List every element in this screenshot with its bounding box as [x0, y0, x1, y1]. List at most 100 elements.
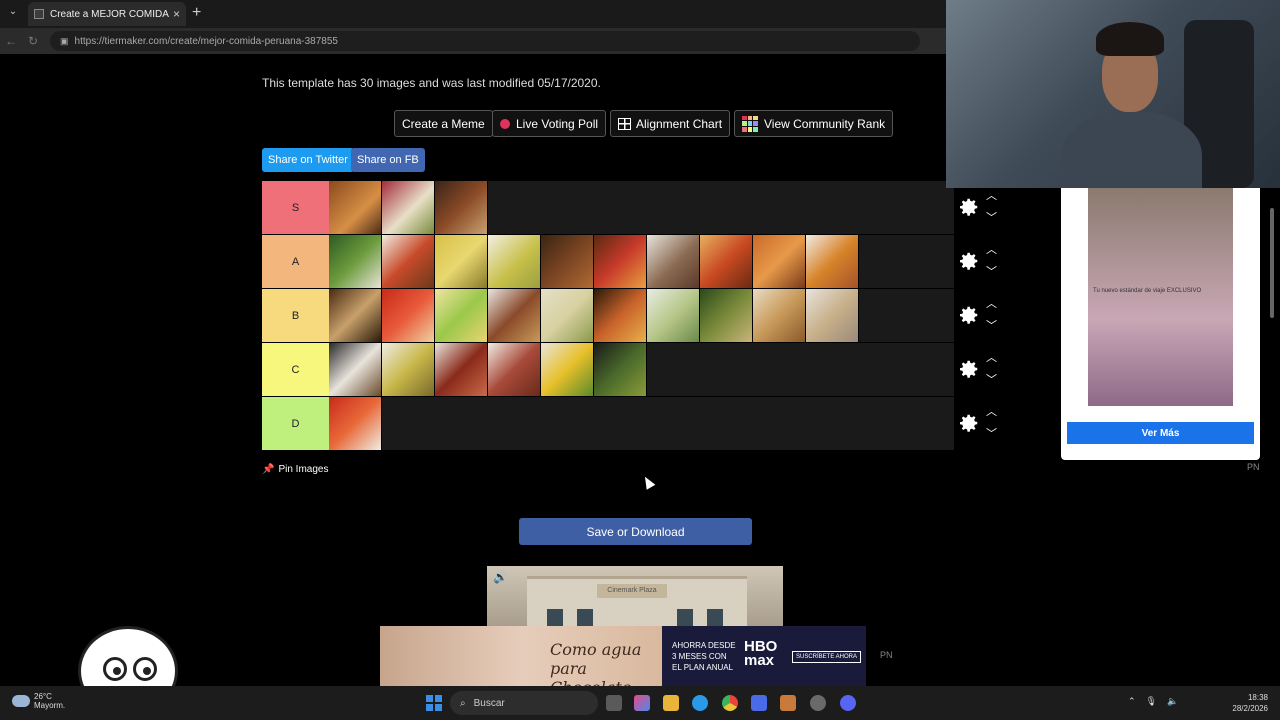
move-down-chevron-icon[interactable]: ﹀ — [986, 317, 997, 333]
ad-pn-label: PN — [1247, 462, 1260, 472]
food-item[interactable] — [329, 181, 382, 234]
tier-controls-s: ︿ ﹀ — [954, 181, 1008, 234]
food-item[interactable] — [700, 289, 753, 342]
food-item[interactable] — [329, 397, 382, 450]
move-up-chevron-icon[interactable]: ︿ — [986, 295, 997, 311]
tray-chevron-icon[interactable]: ⌃ — [1128, 696, 1136, 707]
scrollbar-thumb[interactable] — [1270, 208, 1274, 318]
food-item[interactable] — [488, 289, 541, 342]
tab-close-icon[interactable]: × — [173, 7, 180, 21]
food-item[interactable] — [700, 235, 753, 288]
food-item[interactable] — [329, 235, 382, 288]
food-item[interactable] — [806, 289, 859, 342]
app-icon[interactable] — [780, 695, 796, 711]
food-item[interactable] — [541, 343, 594, 396]
move-up-chevron-icon[interactable]: ︿ — [986, 241, 997, 257]
gear-icon[interactable] — [958, 412, 980, 434]
back-arrow-icon[interactable]: ← — [0, 34, 22, 48]
move-down-chevron-icon[interactable]: ﹀ — [986, 425, 997, 441]
app-icon-2[interactable] — [810, 695, 826, 711]
tab-title: Create a MEJOR COMIDA PERUANA — [50, 8, 169, 20]
tier-label-c[interactable]: C — [262, 343, 329, 396]
food-item[interactable] — [806, 235, 859, 288]
share-facebook-button[interactable]: Share on FB — [351, 148, 425, 172]
alignment-chart-button[interactable]: Alignment Chart — [610, 110, 731, 137]
food-item[interactable] — [594, 235, 647, 288]
sticker-pupil — [143, 667, 151, 675]
tier-controls-b: ︿ ﹀ — [954, 289, 1008, 342]
community-rank-button[interactable]: View Community Rank — [734, 110, 894, 137]
ver-mas-button[interactable]: Ver Más — [1067, 422, 1254, 444]
food-item[interactable] — [594, 289, 647, 342]
taskbar-search-label: Buscar — [473, 697, 505, 709]
chrome-icon[interactable] — [722, 695, 738, 711]
food-item[interactable] — [647, 289, 700, 342]
food-item[interactable] — [435, 181, 488, 234]
gear-icon[interactable] — [958, 196, 980, 218]
bottom-ad-banner[interactable]: Como agua para Chocolate AHORRA DESDE 3 … — [0, 626, 1280, 697]
save-download-button[interactable]: Save or Download — [519, 518, 752, 545]
side-ad[interactable]: Tu nuevo estándar de viaje EXCLUSIVO Ver… — [1061, 188, 1260, 460]
tab-menu-chevron-icon[interactable]: ⌄ — [4, 6, 22, 22]
live-voting-button[interactable]: Live Voting Poll — [492, 110, 607, 137]
move-down-chevron-icon[interactable]: ﹀ — [986, 263, 997, 279]
food-item[interactable] — [647, 235, 700, 288]
copilot-icon[interactable] — [634, 695, 650, 711]
edge-icon[interactable] — [692, 695, 708, 711]
food-item[interactable] — [435, 235, 488, 288]
site-info-icon[interactable]: ▣ — [60, 36, 69, 47]
food-item[interactable] — [541, 235, 594, 288]
food-item[interactable] — [435, 343, 488, 396]
share-twitter-button[interactable]: Share on Twitter — [262, 148, 354, 172]
food-item[interactable] — [382, 343, 435, 396]
move-down-chevron-icon[interactable]: ﹀ — [986, 209, 997, 225]
food-item[interactable] — [541, 289, 594, 342]
food-item[interactable] — [753, 235, 806, 288]
gear-icon[interactable] — [958, 358, 980, 380]
hbo-subscribe-button[interactable]: SUSCRÍBETE AHORA — [792, 651, 862, 663]
food-item[interactable] — [329, 343, 382, 396]
volume-icon[interactable]: 🔊 — [493, 570, 508, 584]
food-item[interactable] — [753, 289, 806, 342]
gear-icon[interactable] — [958, 304, 980, 326]
reload-icon[interactable]: ↻ — [22, 34, 44, 48]
new-tab-button[interactable]: + — [192, 4, 201, 22]
tier-label-b[interactable]: B — [262, 289, 329, 342]
food-item[interactable] — [488, 343, 541, 396]
food-item[interactable] — [382, 181, 435, 234]
weather-temp: 26°C — [34, 692, 52, 701]
tier-label-s[interactable]: S — [262, 181, 329, 234]
gear-icon[interactable] — [958, 250, 980, 272]
food-item[interactable] — [382, 289, 435, 342]
create-meme-button[interactable]: Create a Meme — [394, 110, 493, 137]
taskbar-clock[interactable]: 18:38 28/2/2026 — [1228, 692, 1268, 714]
discord-icon[interactable] — [840, 695, 856, 711]
task-view-icon[interactable] — [606, 695, 622, 711]
mic-icon[interactable]: 🎙 — [1146, 696, 1157, 707]
page-scrollbar[interactable] — [1268, 188, 1276, 318]
browser-tab[interactable]: Create a MEJOR COMIDA PERUANA × — [28, 2, 186, 26]
move-up-chevron-icon[interactable]: ︿ — [986, 403, 997, 419]
url-field[interactable]: ▣ https://tiermaker.com/create/mejor-com… — [50, 31, 920, 51]
food-item[interactable] — [382, 235, 435, 288]
tier-row-d: D ︿ ﹀ — [262, 397, 1008, 451]
pin-icon: 📌 — [262, 464, 275, 475]
tier-label-a[interactable]: A — [262, 235, 329, 288]
taskbar-search[interactable]: ⌕ Buscar — [450, 691, 598, 715]
move-up-chevron-icon[interactable]: ︿ — [986, 349, 997, 365]
file-explorer-icon[interactable] — [663, 695, 679, 711]
tier-label-d[interactable]: D — [262, 397, 329, 450]
move-down-chevron-icon[interactable]: ﹀ — [986, 371, 997, 387]
speaker-icon[interactable]: 🔈 — [1167, 696, 1178, 707]
start-windows-icon[interactable] — [426, 695, 442, 711]
move-up-chevron-icon[interactable]: ︿ — [986, 187, 997, 203]
food-item[interactable] — [435, 289, 488, 342]
food-item[interactable] — [329, 289, 382, 342]
store-icon[interactable] — [751, 695, 767, 711]
food-item[interactable] — [594, 343, 647, 396]
weather-widget[interactable]: 26°C Mayorm. — [12, 692, 65, 710]
food-item[interactable] — [488, 235, 541, 288]
pin-images-toggle[interactable]: 📌 Pin Images — [262, 464, 328, 475]
video-ad[interactable]: Cinemark Plaza 🔊 — [487, 566, 783, 626]
tier-row-c: C ︿ ﹀ — [262, 343, 1008, 397]
